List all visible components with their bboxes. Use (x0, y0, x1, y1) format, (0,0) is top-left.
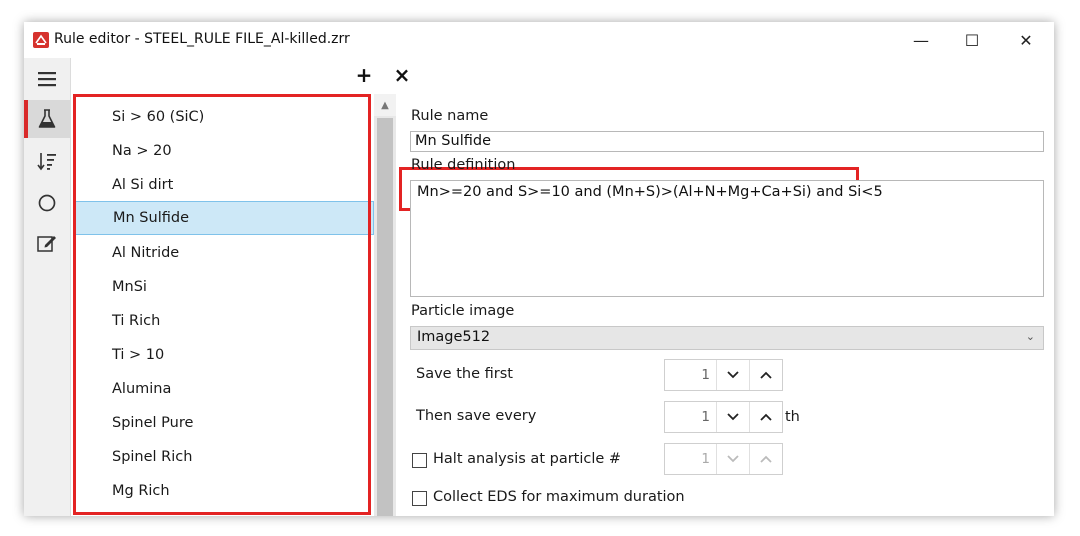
delete-rule-button[interactable]: × (392, 64, 412, 86)
collect-eds-checkbox[interactable] (412, 491, 427, 506)
halt-particle-stepper: 1 (664, 443, 783, 475)
hamburger-menu-icon[interactable] (24, 60, 70, 98)
scroll-up-arrow-icon[interactable]: ▲ (374, 94, 396, 116)
chevron-up-icon[interactable] (750, 360, 782, 390)
particle-image-select[interactable]: Image512 ⌄ (410, 326, 1044, 350)
list-toolbar: + × (71, 58, 410, 92)
rule-definition-textarea[interactable]: Mn>=20 and S>=10 and (Mn+S)>(Al+N+Mg+Ca+… (410, 180, 1044, 297)
chevron-down-icon (717, 444, 750, 474)
save-first-value[interactable]: 1 (665, 360, 717, 390)
particle-image-value: Image512 (417, 329, 491, 345)
circle-icon[interactable] (24, 184, 70, 222)
app-icon (33, 32, 49, 48)
list-item[interactable]: Na > 20 (74, 134, 374, 168)
then-save-every-value[interactable]: 1 (665, 402, 717, 432)
minimize-button[interactable]: — (895, 22, 947, 58)
then-save-every-stepper[interactable]: 1 (664, 401, 783, 433)
sort-icon[interactable] (24, 142, 70, 180)
list-item[interactable]: Ti > 10 (74, 338, 374, 372)
save-first-label: Save the first (416, 366, 513, 382)
rule-editor-window: Rule editor - STEEL_RULE FILE_Al-killed.… (24, 22, 1054, 516)
then-save-every-suffix: th (785, 409, 800, 425)
chevron-up-icon[interactable] (750, 402, 782, 432)
halt-analysis-checkbox[interactable] (412, 453, 427, 468)
list-item[interactable]: Ti Rich (74, 304, 374, 338)
list-item[interactable]: Al Si dirt (74, 168, 374, 202)
chevron-down-icon: ⌄ (1025, 330, 1035, 343)
rule-name-label: Rule name (411, 108, 489, 124)
list-item[interactable]: Spinel Pure (74, 406, 374, 440)
flask-icon[interactable] (24, 100, 70, 138)
halt-analysis-label: Halt analysis at particle # (433, 451, 622, 467)
scroll-thumb[interactable] (377, 118, 393, 516)
rule-name-input[interactable]: Mn Sulfide (410, 131, 1044, 152)
list-item[interactable]: Al Nitride (74, 236, 374, 270)
list-item[interactable]: Mg Rich (74, 474, 374, 508)
edit-icon[interactable] (24, 224, 70, 262)
then-save-every-label: Then save every (416, 408, 537, 424)
list-item[interactable]: Alumina (74, 372, 374, 406)
rule-definition-label: Rule definition (411, 157, 516, 173)
particle-image-label: Particle image (411, 303, 515, 319)
add-rule-button[interactable]: + (354, 64, 374, 86)
collect-eds-label: Collect EDS for maximum duration (433, 489, 685, 505)
chevron-down-icon[interactable] (717, 360, 750, 390)
list-scrollbar[interactable]: ▲ (374, 94, 396, 516)
list-item[interactable]: Si > 60 (SiC) (74, 100, 374, 134)
title-bar: Rule editor - STEEL_RULE FILE_Al-killed.… (24, 22, 1054, 58)
halt-particle-value: 1 (665, 444, 717, 474)
close-button[interactable]: ✕ (1000, 22, 1052, 58)
save-first-stepper[interactable]: 1 (664, 359, 783, 391)
maximize-button[interactable]: ☐ (946, 22, 998, 58)
chevron-up-icon (750, 444, 782, 474)
list-item-selected[interactable]: Mn Sulfide (74, 201, 374, 235)
rule-list: Si > 60 (SiC) Na > 20 Al Si dirt Mn Sulf… (74, 94, 374, 514)
window-title: Rule editor - STEEL_RULE FILE_Al-killed.… (54, 31, 350, 47)
list-item[interactable]: MnSi (74, 270, 374, 304)
chevron-down-icon[interactable] (717, 402, 750, 432)
list-item[interactable]: Spinel Rich (74, 440, 374, 474)
icon-rail (24, 58, 71, 516)
